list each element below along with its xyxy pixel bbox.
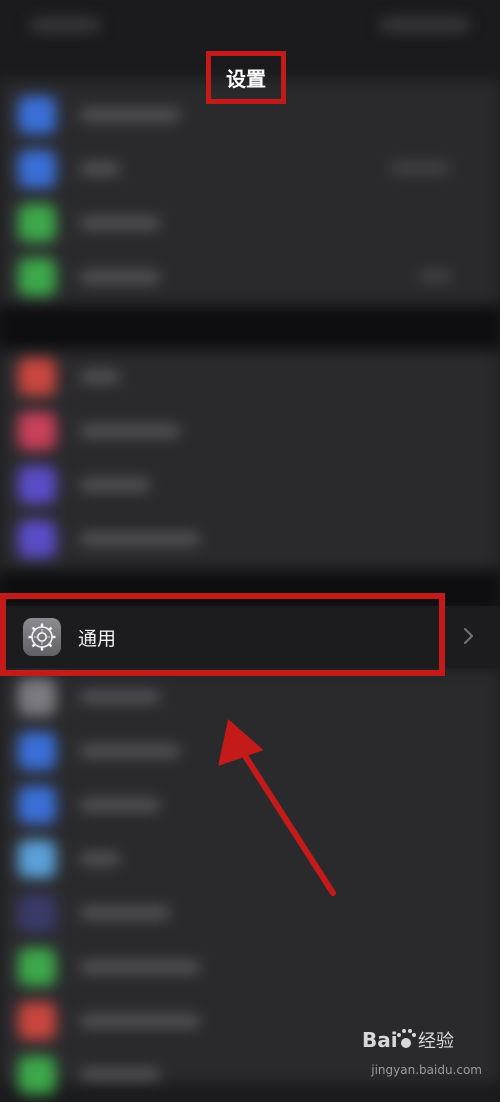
blurred-row <box>0 724 500 778</box>
svg-text:经验: 经验 <box>418 1031 454 1052</box>
blurred-row <box>0 458 500 512</box>
blurred-group-connectivity <box>0 80 500 305</box>
blurred-row <box>0 404 500 458</box>
blurred-back-button <box>30 18 100 32</box>
blurred-row <box>0 512 500 566</box>
blurred-row <box>0 778 500 832</box>
blurred-group-notifications <box>0 350 500 570</box>
page-title: 设置 <box>226 67 266 91</box>
blurred-top-right <box>380 18 470 32</box>
blurred-row <box>0 250 500 304</box>
blurred-row <box>0 142 500 196</box>
general-highlight-box <box>0 593 445 676</box>
blurred-settings-list <box>0 0 500 1094</box>
blurred-row <box>0 832 500 886</box>
blurred-row <box>0 196 500 250</box>
watermark-domain: jingyan.baidu.com <box>371 1063 482 1077</box>
blurred-row <box>0 886 500 940</box>
chevron-right-icon <box>463 627 474 645</box>
blurred-row <box>0 940 500 994</box>
title-highlight-box: 设置 <box>206 51 286 104</box>
blurred-row <box>0 350 500 404</box>
blurred-row <box>0 670 500 724</box>
svg-text:Bai: Bai <box>362 1028 398 1052</box>
baidu-logo-watermark: Bai 经验 <box>362 1028 454 1052</box>
